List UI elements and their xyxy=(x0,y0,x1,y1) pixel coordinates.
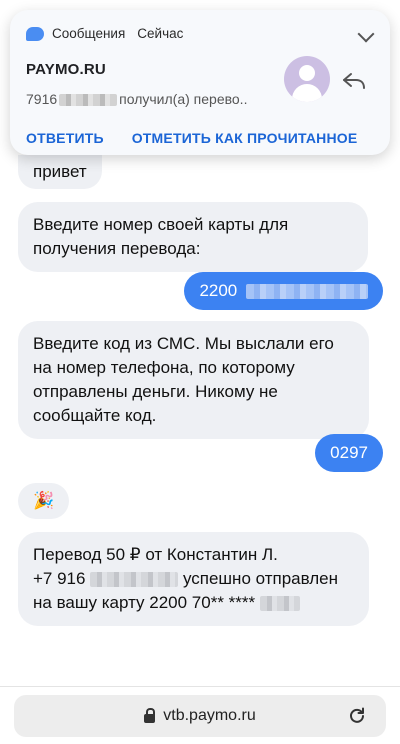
transfer-line-2: +7 916 успешно отправлен xyxy=(33,567,354,591)
screen: Сообщения Сейчас PAYMO.RU 7916 получил(а)… xyxy=(0,0,400,744)
message-transfer: Перевод 50 ₽ от Константин Л. +7 916 усп… xyxy=(18,532,369,626)
transfer-line-3: на вашу карту 2200 70** **** xyxy=(33,591,354,615)
card-number-prefix: 2200 xyxy=(199,281,238,300)
mark-read-button[interactable]: ОТМЕТИТЬ КАК ПРОЧИТАННОЕ xyxy=(132,130,358,146)
url-text: vtb.paymo.ru xyxy=(163,707,256,724)
notification-actions: ОТВЕТИТЬ ОТМЕТИТЬ КАК ПРОЧИТАННОЕ xyxy=(26,130,357,146)
chevron-down-icon[interactable] xyxy=(357,25,375,43)
message-enter-card-text: Введите номер своей карты для получения … xyxy=(33,215,289,258)
transfer-line-1: Перевод 50 ₽ от Константин Л. xyxy=(33,545,278,564)
transfer-phone-prefix: +7 916 xyxy=(33,569,86,588)
notification-app-name: Сообщения xyxy=(52,26,126,41)
redacted-card-number xyxy=(246,284,368,300)
message-code-text: 0297 xyxy=(330,443,368,462)
chat-bubble-icon xyxy=(26,26,44,41)
notification-header: Сообщения Сейчас xyxy=(26,26,183,41)
redacted-name xyxy=(259,596,300,612)
browser-address-bar: vtb.paymo.ru xyxy=(0,686,400,744)
party-popper-icon: 🎉 xyxy=(33,491,55,510)
message-hello: привет xyxy=(18,155,102,189)
notification-preview: 7916 получил(а) перево.. xyxy=(26,91,247,107)
message-party: 🎉 xyxy=(18,483,70,519)
message-code: 0297 xyxy=(315,434,383,472)
lock-icon xyxy=(144,708,156,723)
message-card-number: 2200 xyxy=(184,272,383,310)
redacted-phone xyxy=(59,94,118,107)
preview-phone-prefix: 7916 xyxy=(26,91,58,107)
reload-icon[interactable] xyxy=(348,707,366,725)
avatar-person-icon xyxy=(284,56,330,102)
preview-text: получил(а) перево.. xyxy=(119,91,248,107)
message-hello-text: привет xyxy=(33,162,87,181)
transfer-card-text: на вашу карту 2200 70** **** xyxy=(33,593,256,612)
redacted-phone xyxy=(90,572,179,588)
notification-sender: PAYMO.RU xyxy=(26,61,106,78)
transfer-phone-suffix: успешно отправлен xyxy=(182,569,339,588)
reply-arrow-icon[interactable] xyxy=(342,72,366,90)
message-enter-code: Введите код из СМС. Мы выслали его на но… xyxy=(18,321,369,439)
message-enter-card: Введите номер своей карты для получения … xyxy=(18,202,368,272)
message-enter-code-text: Введите код из СМС. Мы выслали его на но… xyxy=(33,334,334,425)
sms-notification[interactable]: Сообщения Сейчас PAYMO.RU 7916 получил(а)… xyxy=(10,10,390,155)
notification-time: Сейчас xyxy=(137,26,184,41)
reply-button[interactable]: ОТВЕТИТЬ xyxy=(26,130,104,146)
url-field[interactable]: vtb.paymo.ru xyxy=(14,695,386,737)
